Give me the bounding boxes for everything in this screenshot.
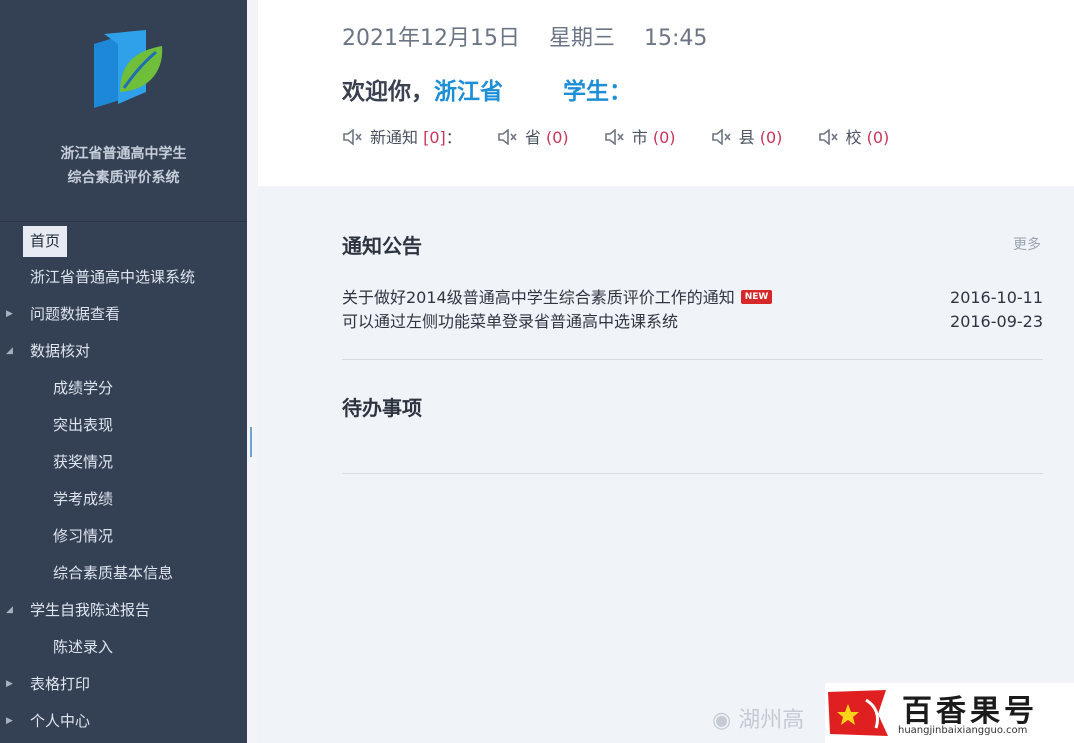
- nav-subitem-grades-credits[interactable]: 成绩学分: [0, 370, 247, 407]
- notify-province-count: (0): [546, 128, 569, 147]
- notify-city-count: (0): [652, 128, 676, 147]
- speaker-icon: [818, 129, 838, 145]
- system-logo-icon: [94, 30, 163, 108]
- nav-item-label: 数据核对: [30, 342, 91, 360]
- site-watermark-name: 百香果号: [902, 694, 1038, 729]
- nav-item-home[interactable]: 首页: [0, 222, 247, 259]
- system-title-line2: 综合素质评价系统: [67, 170, 180, 186]
- notify-school[interactable]: 校 (0): [818, 124, 890, 148]
- notification-bar: 新通知 [0]： 省 (0) 市 (0) 县 (0) 校 (0): [342, 124, 919, 148]
- speaker-icon: [343, 129, 362, 145]
- welcome-message: 欢迎你，浙江省 学生：: [342, 72, 692, 106]
- welcome-role: 学生：: [563, 79, 632, 105]
- divider: [342, 473, 1043, 474]
- notify-county-label: 县: [738, 128, 755, 147]
- notices-title: 通知公告: [342, 234, 422, 258]
- nav-subitem-exam-results[interactable]: 学考成绩: [0, 481, 247, 518]
- sidebar-resize-handle[interactable]: [250, 427, 252, 457]
- sidebar: 浙江省普通高中学生 综合素质评价系统 首页 浙江省普通高中选课系统 ▶ 问题数据…: [0, 0, 247, 743]
- current-weekday: 星期三: [548, 26, 615, 51]
- brand: 浙江省普通高中学生 综合素质评价系统: [0, 0, 247, 222]
- caret-right-icon: ▶: [6, 309, 13, 319]
- current-time: 15:45: [644, 26, 708, 51]
- notice-date: 2016-10-11: [950, 288, 1043, 307]
- notices-more-link[interactable]: 更多: [1013, 234, 1041, 254]
- divider: [342, 359, 1043, 360]
- caret-down-icon: ◢: [6, 346, 13, 356]
- nav-item-label: 突出表现: [53, 416, 114, 434]
- nav-item-label: 问题数据查看: [30, 305, 121, 323]
- speaker-icon: [604, 129, 624, 145]
- nav-item-self-report[interactable]: ◢ 学生自我陈述报告: [0, 592, 247, 629]
- nav-item-data-check[interactable]: ◢ 数据核对: [0, 333, 247, 370]
- nav-subitem-report-entry[interactable]: 陈述录入: [0, 629, 247, 666]
- notify-new-count: [0]: [423, 128, 446, 147]
- redacted-region: [632, 81, 692, 104]
- welcome-prefix: 欢迎你，: [342, 79, 434, 105]
- weibo-watermark-text: 湖州高: [738, 708, 805, 733]
- nav-item-label: 首页: [23, 226, 68, 257]
- nav-item-label: 表格打印: [30, 675, 91, 693]
- notify-city[interactable]: 市 (0): [604, 124, 676, 148]
- nav-item-form-print[interactable]: ▶ 表格打印: [0, 666, 247, 703]
- sidebar-nav: 首页 浙江省普通高中选课系统 ▶ 问题数据查看 ◢ 数据核对 成绩学分 突出表现…: [0, 222, 247, 740]
- notify-new-label: 新通知: [370, 128, 419, 147]
- nav-item-label: 获奖情况: [53, 453, 114, 471]
- nav-item-label: 个人中心: [30, 712, 91, 730]
- system-title-line1: 浙江省普通高中学生: [60, 146, 187, 162]
- nav-item-label: 成绩学分: [53, 379, 114, 397]
- caret-right-icon: ▶: [6, 679, 13, 689]
- notice-item[interactable]: 可以通过左侧功能菜单登录省普通高中选课系统 2016-09-23: [342, 310, 1043, 334]
- nav-subitem-outstanding[interactable]: 突出表现: [0, 407, 247, 444]
- speaker-icon: [498, 129, 517, 145]
- notify-city-label: 市: [631, 128, 648, 147]
- main-content: 通知公告 更多 关于做好2014级普通高中学生综合素质评价工作的通知 NEW 20…: [258, 187, 1074, 743]
- notify-province[interactable]: 省 (0): [497, 124, 569, 148]
- new-badge: NEW: [740, 290, 773, 304]
- notice-title: 关于做好2014级普通高中学生综合素质评价工作的通知: [342, 288, 735, 307]
- notify-new[interactable]: 新通知 [0]：: [342, 124, 462, 148]
- site-watermark-url: huangjinbaixiangguo.com: [898, 725, 1028, 736]
- notify-province-label: 省: [524, 128, 541, 147]
- notify-county-count: (0): [759, 128, 783, 147]
- current-date: 2021年12月15日: [342, 26, 520, 51]
- nav-item-problem-data[interactable]: ▶ 问题数据查看: [0, 296, 247, 333]
- nav-subitem-study-status[interactable]: 修习情况: [0, 518, 247, 555]
- notify-county[interactable]: 县 (0): [711, 124, 783, 148]
- notice-title: 可以通过左侧功能菜单登录省普通高中选课系统: [342, 312, 679, 331]
- caret-down-icon: ◢: [6, 605, 13, 615]
- nav-item-label: 修习情况: [53, 527, 114, 545]
- notice-date: 2016-09-23: [950, 312, 1043, 331]
- todo-title: 待办事项: [342, 396, 422, 420]
- notify-school-label: 校: [845, 128, 862, 147]
- notify-school-count: (0): [866, 128, 890, 147]
- nav-item-label: 学生自我陈述报告: [30, 601, 151, 619]
- nav-subitem-awards[interactable]: 获奖情况: [0, 444, 247, 481]
- nav-item-course-selection[interactable]: 浙江省普通高中选课系统: [0, 259, 247, 296]
- header: 2021年12月15日 星期三 15:45 欢迎你，浙江省 学生： 新通知 [0]…: [258, 0, 1074, 186]
- welcome-org: 浙江省: [434, 79, 503, 105]
- notify-colon: ：: [445, 128, 462, 147]
- weibo-watermark: ◉ 湖州高: [712, 702, 804, 734]
- nav-item-label: 陈述录入: [53, 638, 114, 656]
- nav-subitem-basic-info[interactable]: 综合素质基本信息: [0, 555, 247, 592]
- speaker-icon: [711, 129, 731, 145]
- flag-logo-icon: [828, 690, 888, 736]
- current-datetime: 2021年12月15日 星期三 15:45: [342, 20, 729, 52]
- nav-item-label: 浙江省普通高中选课系统: [30, 268, 196, 286]
- system-title: 浙江省普通高中学生 综合素质评价系统: [0, 142, 247, 190]
- nav-item-label: 学考成绩: [53, 490, 114, 508]
- nav-item-label: 综合素质基本信息: [53, 564, 174, 582]
- caret-right-icon: ▶: [6, 716, 13, 726]
- weibo-icon: ◉: [712, 708, 732, 733]
- nav-item-personal-center[interactable]: ▶ 个人中心: [0, 703, 247, 740]
- redacted-region: [503, 81, 563, 104]
- notice-item[interactable]: 关于做好2014级普通高中学生综合素质评价工作的通知 NEW 2016-10-11: [342, 286, 1043, 310]
